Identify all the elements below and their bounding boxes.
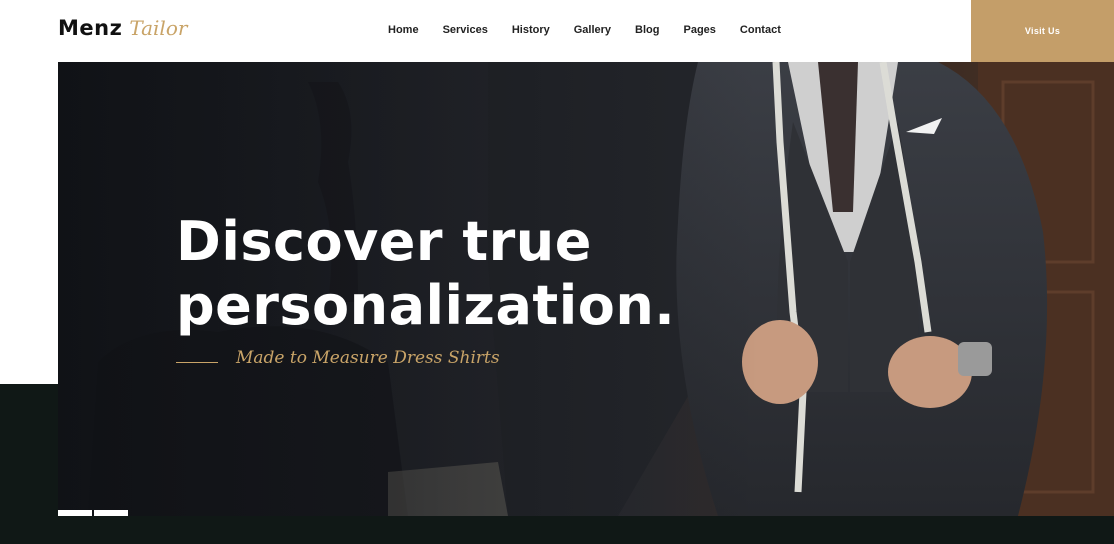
slide-indicator-2[interactable]: [94, 510, 128, 516]
main-nav: Home Services History Gallery Blog Pages…: [376, 0, 793, 60]
nav-item-pages[interactable]: Pages: [684, 24, 716, 36]
site-header: Menz Tailor Home Services History Galler…: [0, 0, 1114, 62]
brand-name: Menz: [58, 16, 123, 40]
nav-item-home[interactable]: Home: [388, 24, 419, 36]
slide-indicator-1[interactable]: [58, 510, 92, 516]
nav-item-blog[interactable]: Blog: [635, 24, 659, 36]
nav-item-services[interactable]: Services: [443, 24, 488, 36]
subtitle-divider-line: [176, 362, 218, 363]
hero-title-line-2: personalization.: [176, 274, 676, 337]
hero-subtitle: Made to Measure Dress Shirts: [236, 348, 500, 368]
brand-logo[interactable]: Menz Tailor: [58, 16, 187, 46]
brand-tagline: Tailor: [129, 16, 188, 40]
visit-us-button[interactable]: Visit Us: [971, 0, 1114, 62]
hero-title: Discover true personalization.: [176, 210, 675, 338]
nav-item-gallery[interactable]: Gallery: [574, 24, 611, 36]
hero-title-line-1: Discover true: [176, 210, 592, 273]
nav-item-history[interactable]: History: [512, 24, 550, 36]
hero-banner: Discover true personalization. Made to M…: [58, 62, 1114, 516]
nav-item-contact[interactable]: Contact: [740, 24, 781, 36]
slider-pagination: [58, 510, 128, 516]
